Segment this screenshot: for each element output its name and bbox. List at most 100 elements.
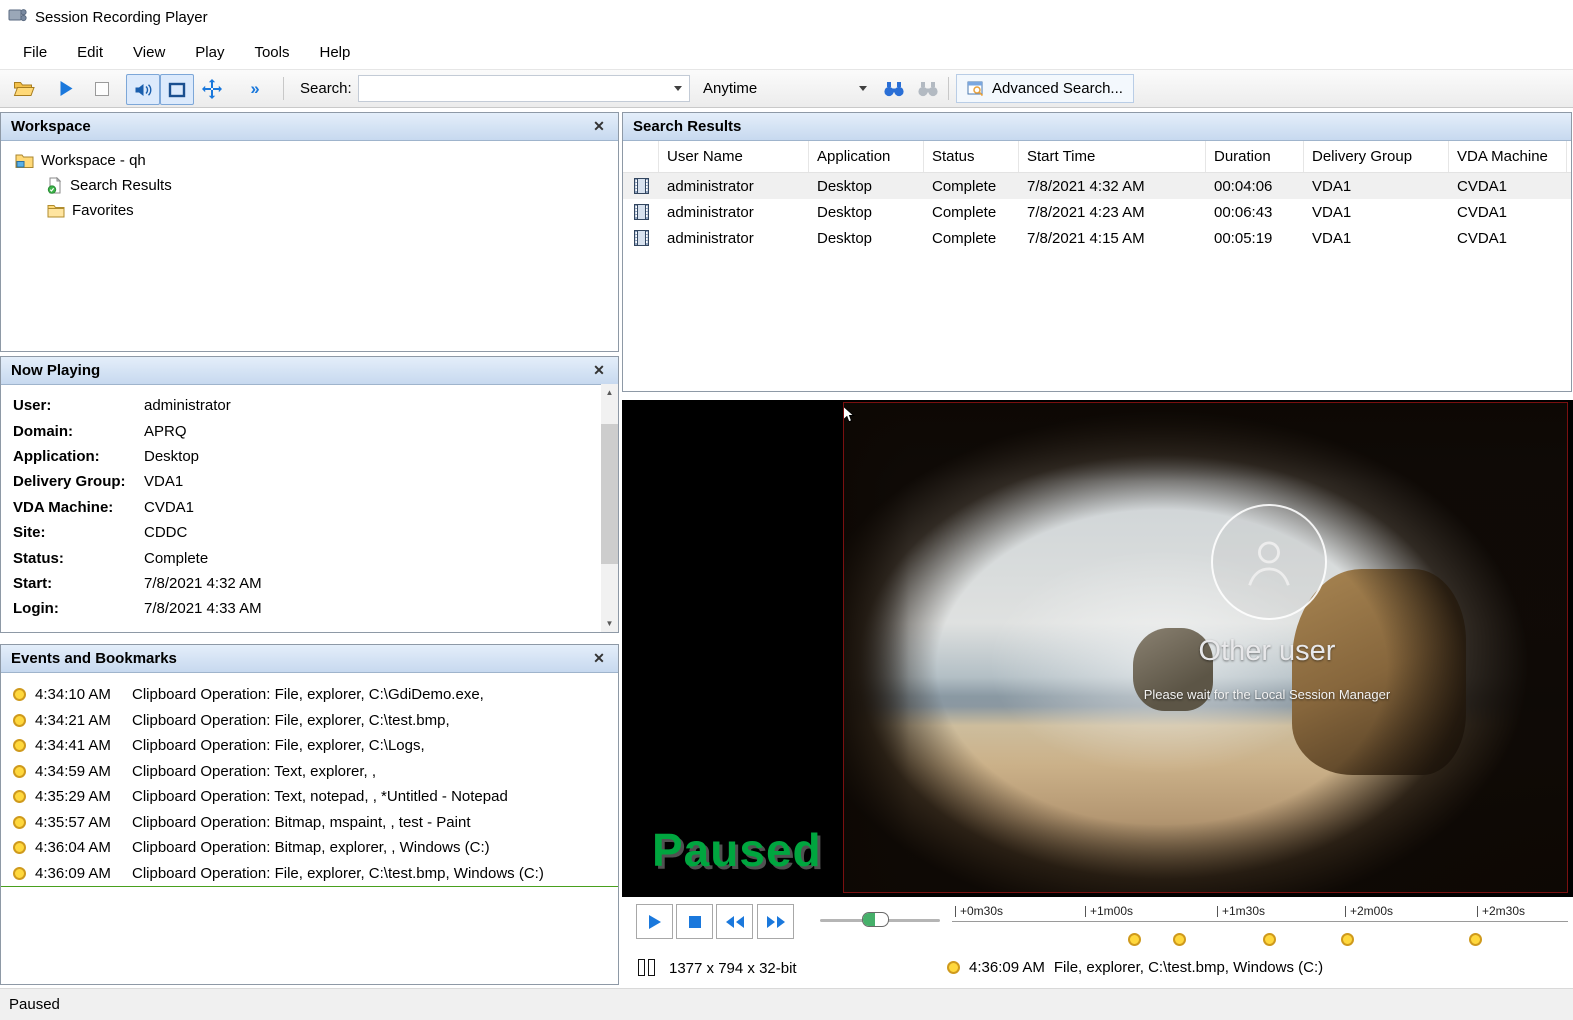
pan-arrows-icon (202, 79, 222, 99)
scroll-up-button[interactable]: ▲ (601, 384, 618, 401)
advanced-search-button[interactable]: Advanced Search... (956, 74, 1134, 103)
workspace-panel-header: Workspace ✕ (1, 113, 618, 141)
event-dot-icon (13, 816, 26, 829)
stop-icon (94, 81, 110, 97)
status-text: Paused (9, 996, 60, 1013)
close-icon[interactable]: ✕ (590, 118, 608, 135)
more-buttons-chevron[interactable]: ›› (238, 74, 270, 103)
timeline-mark: +1m00s (1085, 904, 1133, 918)
event-row[interactable]: 4:34:41 AMClipboard Operation: File, exp… (1, 733, 618, 759)
toolbar-stop-button[interactable] (86, 74, 118, 103)
recording-icon-cell (623, 225, 659, 251)
advanced-search-label: Advanced Search... (992, 80, 1123, 97)
video-frame[interactable]: Other user Please wait for the Local Ses… (843, 402, 1568, 893)
column-header-vda[interactable]: VDA Machine (1449, 141, 1567, 172)
search-input[interactable] (358, 75, 690, 102)
timeline-event-marker[interactable] (1469, 933, 1482, 946)
cell-vda: CVDA1 (1449, 199, 1567, 225)
workspace-tree: Workspace - qh Search Results Favorites (1, 141, 618, 223)
results-body: administratorDesktopComplete7/8/2021 4:3… (623, 173, 1571, 251)
search-next-button[interactable] (912, 74, 944, 103)
result-row[interactable]: administratorDesktopComplete7/8/2021 4:2… (623, 199, 1571, 225)
menu-view[interactable]: View (118, 39, 180, 66)
open-file-button[interactable] (8, 74, 40, 103)
cursor-pointer-icon (843, 405, 855, 428)
cell-delivery_group: VDA1 (1304, 225, 1449, 251)
tree-item-workspace-root[interactable]: Workspace - qh (1, 148, 618, 173)
timeline-event-marker[interactable] (1173, 933, 1186, 946)
event-row[interactable]: 4:34:10 AMClipboard Operation: File, exp… (1, 682, 618, 708)
search-button[interactable] (878, 74, 910, 103)
tree-item-favorites[interactable]: Favorites (1, 198, 618, 223)
wait-message: Please wait for the Local Session Manage… (1097, 687, 1437, 702)
column-header-duration[interactable]: Duration (1206, 141, 1304, 172)
results-header-row: User NameApplicationStatusStart TimeDura… (623, 141, 1571, 173)
menu-bar: FileEditViewPlayToolsHelp (0, 36, 1573, 68)
stop-icon (688, 915, 702, 929)
now-playing-field: Login:7/8/2021 4:33 AM (1, 596, 601, 621)
time-filter-dropdown[interactable]: Anytime (696, 75, 874, 102)
now-playing-field: User:administrator (1, 393, 601, 418)
event-row[interactable]: 4:35:29 AMClipboard Operation: Text, not… (1, 784, 618, 810)
speed-slider[interactable] (820, 912, 940, 928)
cell-user: administrator (659, 199, 809, 225)
menu-edit[interactable]: Edit (62, 39, 118, 66)
column-header-application[interactable]: Application (809, 141, 924, 172)
now-playing-title: Now Playing (11, 362, 100, 379)
timeline-event-marker[interactable] (1263, 933, 1276, 946)
menu-help[interactable]: Help (305, 39, 366, 66)
toolbar-play-button[interactable] (50, 74, 82, 103)
result-row[interactable]: administratorDesktopComplete7/8/2021 4:1… (623, 225, 1571, 251)
menu-file[interactable]: File (8, 39, 62, 66)
event-row[interactable]: 4:35:57 AMClipboard Operation: Bitmap, m… (1, 810, 618, 836)
event-row[interactable]: 4:34:59 AMClipboard Operation: Text, exp… (1, 759, 618, 785)
field-value: CDDC (144, 524, 187, 541)
toolbar-separator (948, 77, 949, 100)
menu-tools[interactable]: Tools (239, 39, 304, 66)
cell-application: Desktop (809, 173, 924, 199)
window-title: Session Recording Player (35, 9, 208, 26)
resolution-text: 1377 x 794 x 32-bit (669, 960, 797, 977)
result-row[interactable]: administratorDesktopComplete7/8/2021 4:3… (623, 173, 1571, 199)
recording-icon-cell (623, 173, 659, 199)
timeline-event-marker[interactable] (1341, 933, 1354, 946)
slider-handle[interactable] (862, 912, 889, 927)
cell-duration: 00:06:43 (1206, 199, 1304, 225)
column-header-start[interactable]: Start Time (1019, 141, 1206, 172)
play-button[interactable] (636, 904, 673, 939)
recording-film-icon (634, 178, 649, 194)
workspace-title: Workspace (11, 118, 91, 135)
field-value: Desktop (144, 448, 199, 465)
rewind-icon (725, 915, 745, 929)
scrollbar-thumb[interactable] (601, 424, 618, 564)
fit-to-window-button[interactable] (160, 74, 194, 105)
field-label: Delivery Group: (13, 473, 144, 490)
fast-forward-button[interactable] (757, 904, 794, 939)
column-header-status[interactable]: Status (924, 141, 1019, 172)
close-icon[interactable]: ✕ (590, 650, 608, 667)
event-time: 4:34:21 AM (35, 712, 123, 729)
event-dot-icon (13, 765, 26, 778)
user-avatar[interactable] (1211, 504, 1327, 620)
close-icon[interactable]: ✕ (590, 362, 608, 379)
column-header-delivery_group[interactable]: Delivery Group (1304, 141, 1449, 172)
workspace-folder-icon (15, 153, 34, 168)
timeline-event-marker[interactable] (1128, 933, 1141, 946)
current-event-time: 4:36:09 AM (969, 959, 1045, 976)
pause-state-icon (638, 959, 655, 976)
rewind-button[interactable] (716, 904, 753, 939)
pan-button[interactable] (196, 74, 228, 103)
tree-item-search-results[interactable]: Search Results (1, 173, 618, 198)
stop-button[interactable] (676, 904, 713, 939)
event-row[interactable]: 4:36:09 AMClipboard Operation: File, exp… (1, 861, 618, 888)
other-user-label[interactable]: Other user (1107, 635, 1427, 668)
field-value: CVDA1 (144, 499, 194, 516)
column-header-user[interactable]: User Name (659, 141, 809, 172)
toggle-audio-button[interactable] (126, 74, 160, 105)
event-row[interactable]: 4:36:04 AMClipboard Operation: Bitmap, e… (1, 835, 618, 861)
now-playing-scrollbar[interactable]: ▲ ▼ (601, 384, 618, 632)
event-row[interactable]: 4:34:21 AMClipboard Operation: File, exp… (1, 708, 618, 734)
menu-play[interactable]: Play (180, 39, 239, 66)
player-screen: Other user Please wait for the Local Ses… (622, 400, 1573, 897)
scroll-down-button[interactable]: ▼ (601, 615, 618, 632)
